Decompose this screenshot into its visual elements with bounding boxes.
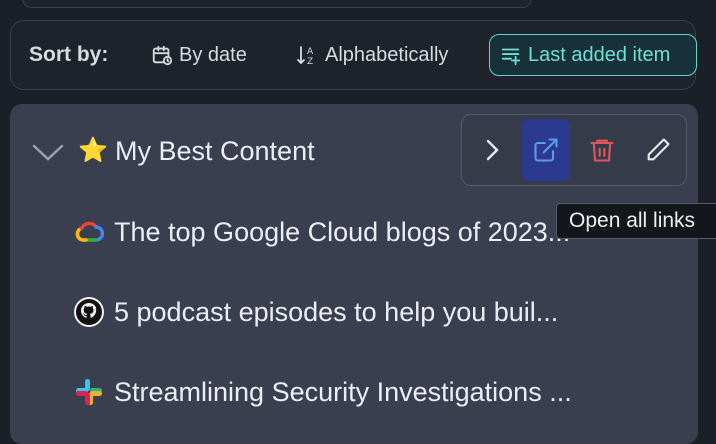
chevron-right-icon <box>486 139 499 161</box>
sort-bar: Sort by: By date A Z Alphabetically Last… <box>10 20 697 90</box>
sort-alphabetically-label: Alphabetically <box>325 43 449 66</box>
open-all-links-tooltip: Open all links <box>556 203 716 239</box>
svg-text:A: A <box>307 47 314 57</box>
edit-group-button[interactable] <box>634 119 682 181</box>
svg-text:Z: Z <box>307 57 313 67</box>
sort-by-date-label: By date <box>179 43 247 66</box>
link-title: Streamlining Security Investigations ... <box>114 376 572 407</box>
group-title: My Best Content <box>115 136 315 166</box>
list-add-icon <box>501 48 521 66</box>
delete-group-button[interactable] <box>578 119 626 181</box>
link-title: The top Google Cloud blogs of 2023... <box>114 216 571 247</box>
github-icon <box>72 295 106 329</box>
list-item[interactable]: The top Google Cloud blogs of 2023... <box>72 212 632 252</box>
list-item[interactable]: 5 podcast episodes to help you buil... <box>72 292 632 332</box>
list-item[interactable]: Streamlining Security Investigations ... <box>72 372 632 412</box>
chevron-down-icon[interactable] <box>30 138 66 166</box>
previous-panel-edge <box>22 0 532 8</box>
slack-icon <box>72 375 106 409</box>
expand-group-button[interactable] <box>468 119 516 181</box>
open-all-links-button[interactable] <box>522 119 570 181</box>
group-actions <box>461 114 687 186</box>
trash-icon <box>590 139 614 162</box>
sort-last-added-button[interactable]: Last added item <box>489 34 697 76</box>
calendar-icon <box>152 45 173 66</box>
external-link-icon <box>534 138 558 162</box>
link-title: 5 podcast episodes to help you buil... <box>114 296 559 327</box>
sort-alphabetically-button[interactable]: A Z Alphabetically <box>295 34 448 76</box>
sort-label: Sort by: <box>29 43 109 66</box>
pencil-icon <box>647 138 670 161</box>
google-cloud-icon <box>72 215 106 249</box>
sort-last-added-label: Last added item <box>528 43 671 66</box>
sort-az-icon: A Z <box>297 46 314 67</box>
star-icon: ⭐ <box>78 137 108 164</box>
sort-by-date-button[interactable]: By date <box>151 34 247 76</box>
